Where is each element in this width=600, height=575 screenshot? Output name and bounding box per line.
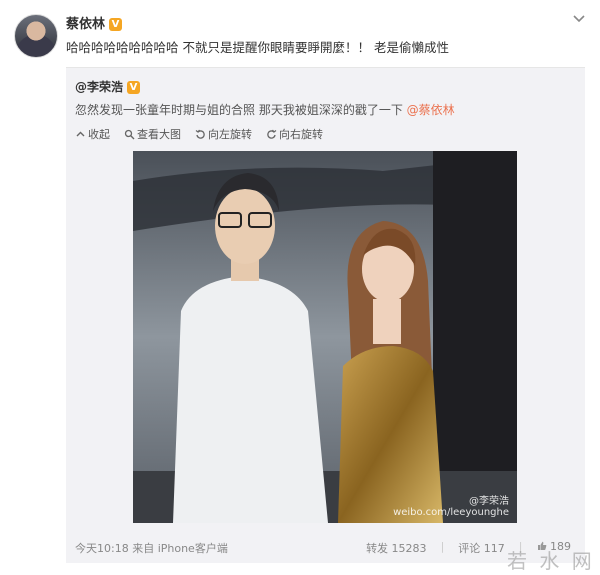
repost-text-body: 忽然发现一张童年时期与姐的合照 那天我被姐深深的戳了一下 (75, 103, 407, 117)
chevron-down-icon[interactable] (572, 12, 586, 26)
site-watermark: 若 水 网 (507, 549, 595, 573)
rotate-left-label: 向左旋转 (208, 128, 252, 141)
watermark-handle: @李荣浩 (469, 496, 509, 507)
time-source[interactable]: 今天10:18 来自 iPhone客户端 (75, 540, 228, 556)
magnify-icon (124, 129, 135, 139)
avatar[interactable] (14, 14, 58, 58)
repost-count-link[interactable]: 转发 15283 (366, 540, 427, 556)
repost-card: @李荣浩 V 忽然发现一张童年时期与姐的合照 那天我被姐深深的戳了一下 @蔡依林 … (66, 67, 585, 563)
repost-username-text[interactable]: @李荣浩 (75, 80, 123, 94)
rotate-right-label: 向右旋转 (279, 128, 323, 141)
rotate-left-icon (195, 129, 205, 139)
verified-badge-icon: V (127, 81, 141, 94)
watermark-url: weibo.com/leeyounghe (393, 507, 509, 518)
post-username[interactable]: 蔡依林 V (66, 13, 123, 32)
repost-username[interactable]: @李荣浩 V (75, 78, 141, 95)
collapse-label: 收起 (88, 128, 110, 141)
repost-text: 忽然发现一张童年时期与姐的合照 那天我被姐深深的戳了一下 @蔡依林 (75, 101, 455, 118)
post-username-text[interactable]: 蔡依林 (66, 17, 105, 32)
photo-illustration (133, 151, 517, 523)
divider: | (440, 540, 445, 553)
collapse-button[interactable]: 收起 (75, 126, 110, 142)
post-text: 哈哈哈哈哈哈哈哈哈 不就只是提醒你眼睛要睜開麼！！ 老是偷懶成性 (66, 40, 449, 55)
rotate-right-button[interactable]: 向右旋转 (266, 126, 323, 142)
post-photo[interactable]: @李荣浩 weibo.com/leeyounghe (133, 151, 517, 523)
mention-link[interactable]: @蔡依林 (407, 103, 455, 117)
photo-watermark: @李荣浩 weibo.com/leeyounghe (393, 492, 509, 518)
rotate-left-button[interactable]: 向左旋转 (195, 126, 252, 142)
comment-count-link[interactable]: 评论 117 (458, 540, 505, 556)
collapse-arrow-icon (76, 131, 85, 136)
rotate-right-icon (267, 129, 277, 139)
view-large-label: 查看大图 (137, 128, 181, 141)
verified-badge-icon: V (109, 18, 123, 31)
image-toolbar: 收起 查看大图 向左旋转 向右旋转 (75, 126, 323, 142)
view-large-button[interactable]: 查看大图 (124, 126, 181, 142)
